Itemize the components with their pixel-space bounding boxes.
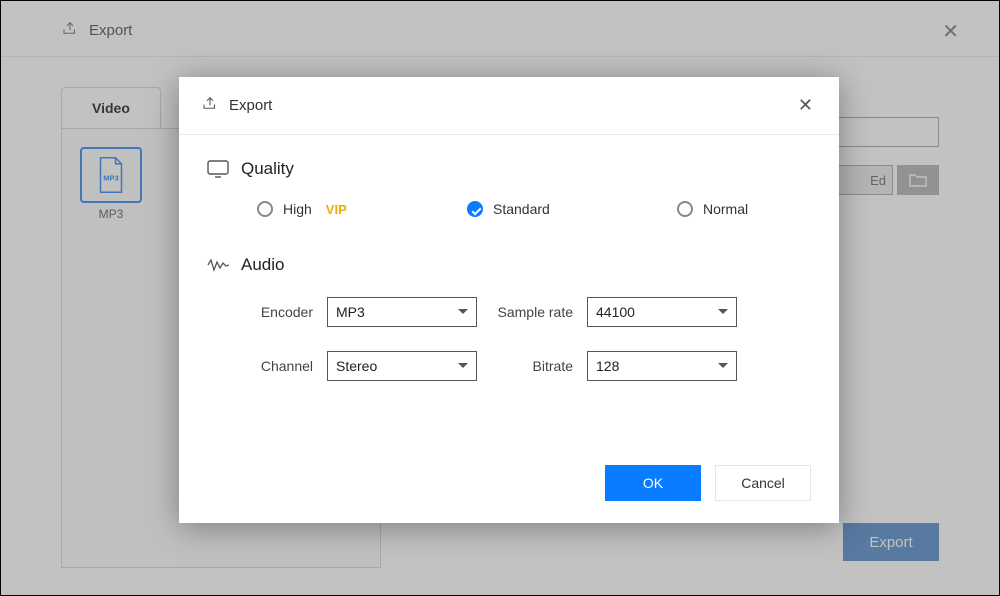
chevron-down-icon	[458, 361, 468, 371]
sample-rate-select[interactable]: 44100	[587, 297, 737, 327]
audio-fields: Encoder MP3 Sample rate 44100 Channel St…	[207, 297, 811, 381]
channel-label: Channel	[257, 358, 327, 374]
radio-checked-icon	[467, 201, 483, 217]
quality-option-high[interactable]: High VIP	[257, 201, 467, 217]
modal-footer: OK Cancel	[605, 465, 811, 501]
quality-section-header: Quality	[207, 159, 811, 179]
audio-label: Audio	[241, 255, 284, 275]
chevron-down-icon	[718, 361, 728, 371]
radio-unchecked-icon	[257, 201, 273, 217]
quality-option-standard[interactable]: Standard	[467, 201, 677, 217]
export-icon	[201, 94, 219, 117]
quality-option-normal[interactable]: Normal	[677, 201, 748, 217]
export-settings-modal: Export ✕ Quality High VIP Standard Norma…	[179, 77, 839, 523]
modal-header: Export ✕	[179, 77, 839, 135]
vip-badge: VIP	[326, 202, 347, 217]
waveform-icon	[207, 256, 229, 274]
quality-options: High VIP Standard Normal	[207, 201, 811, 217]
modal-body: Quality High VIP Standard Normal Audio	[179, 135, 839, 381]
ok-button[interactable]: OK	[605, 465, 701, 501]
chevron-down-icon	[718, 307, 728, 317]
radio-unchecked-icon	[677, 201, 693, 217]
modal-close-button[interactable]: ✕	[794, 91, 817, 120]
channel-select[interactable]: Stereo	[327, 351, 477, 381]
bitrate-select[interactable]: 128	[587, 351, 737, 381]
modal-title: Export	[229, 97, 272, 114]
sample-rate-label: Sample rate	[477, 304, 587, 320]
audio-section-header: Audio	[207, 255, 811, 275]
encoder-label: Encoder	[257, 304, 327, 320]
encoder-select[interactable]: MP3	[327, 297, 477, 327]
bitrate-label: Bitrate	[477, 358, 587, 374]
chevron-down-icon	[458, 307, 468, 317]
quality-label: Quality	[241, 159, 294, 179]
monitor-icon	[207, 160, 229, 178]
cancel-button[interactable]: Cancel	[715, 465, 811, 501]
